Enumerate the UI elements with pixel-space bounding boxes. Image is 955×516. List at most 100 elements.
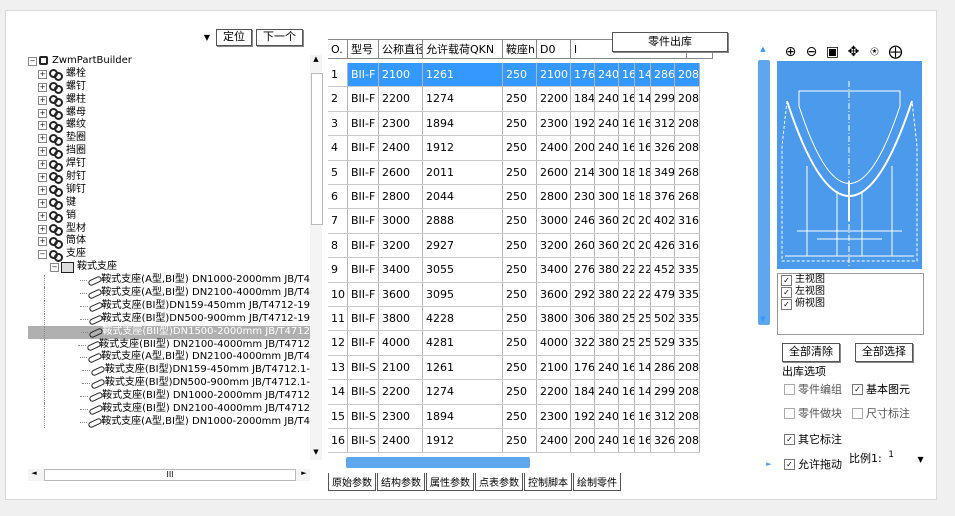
tree-category[interactable]: + 螺母: [28, 107, 310, 120]
expand-icon[interactable]: +: [38, 95, 47, 105]
table-cell[interactable]: 250: [503, 63, 537, 87]
tree-category[interactable]: + 螺栓: [28, 68, 310, 82]
table-cell[interactable]: BII-S: [348, 404, 379, 428]
table-cell[interactable]: 14: [328, 380, 348, 404]
tree-category[interactable]: + 筒体: [28, 235, 310, 249]
table-cell[interactable]: 16: [619, 111, 635, 136]
table-cell[interactable]: 208: [675, 380, 700, 404]
table-cell[interactable]: 16: [328, 429, 348, 453]
table-cell[interactable]: BII-F: [348, 185, 379, 209]
table-cell[interactable]: BII-F: [348, 111, 379, 136]
expand-icon[interactable]: +: [38, 82, 47, 92]
table-cell[interactable]: 268: [675, 160, 700, 184]
tree-leaf[interactable]: 鞍式支座(BI型) DN2100-4000mm JB/T4712: [28, 403, 310, 416]
table-cell[interactable]: 1894: [423, 404, 503, 428]
table-cell[interactable]: 335: [675, 307, 700, 331]
table-cell[interactable]: 2888: [423, 209, 503, 233]
basic-element-option[interactable]: ✓ 基本图元: [852, 381, 910, 397]
table-cell[interactable]: 250: [503, 209, 537, 233]
expand-icon[interactable]: +: [38, 69, 47, 79]
table-cell[interactable]: 286: [651, 355, 675, 380]
table-cell[interactable]: 14: [635, 63, 651, 87]
table-cell[interactable]: 3400: [537, 258, 571, 282]
collapse-icon[interactable]: −: [28, 56, 37, 66]
other-label-option[interactable]: ✓ 其它标注: [784, 431, 842, 447]
table-row[interactable]: 13BII-S21001261250210017602401614286208: [328, 355, 700, 381]
table-cell[interactable]: 376: [651, 185, 675, 209]
table-cell[interactable]: 2400: [537, 136, 571, 160]
table-cell[interactable]: 208: [675, 111, 700, 136]
tree-category[interactable]: + 挡圈: [28, 145, 310, 159]
table-cell[interactable]: 286: [651, 63, 675, 87]
table-row[interactable]: 2BII-F22001274250220018402401614299208: [328, 87, 700, 112]
table-row[interactable]: 16BII-S24001912250240020002401616326208: [328, 429, 700, 454]
table-cell[interactable]: BII-F: [348, 258, 379, 282]
table-cell[interactable]: 1760: [571, 355, 595, 380]
table-cell[interactable]: 2600: [379, 160, 423, 184]
table-cell[interactable]: 250: [503, 307, 537, 331]
table-cell[interactable]: 426: [651, 233, 675, 258]
tree-category[interactable]: − 支座: [28, 248, 310, 262]
table-cell[interactable]: 240: [595, 429, 619, 453]
tree-hscroll-thumb[interactable]: III: [44, 469, 296, 481]
collapse-icon[interactable]: −: [38, 250, 47, 260]
table-cell[interactable]: 3000: [379, 209, 423, 233]
tree-leaf[interactable]: 鞍式支座(A型,BI型) DN2100-4000mm JB/T4: [28, 351, 310, 365]
table-row[interactable]: 9BII-F34003055250340027603802222452335: [328, 258, 700, 283]
table-cell[interactable]: 22: [635, 282, 651, 306]
table-cell[interactable]: 529: [651, 331, 675, 355]
scroll-left-arrow-icon[interactable]: ◄: [28, 469, 40, 477]
table-cell[interactable]: 16: [635, 136, 651, 160]
table-cell[interactable]: 502: [651, 307, 675, 331]
expand-icon[interactable]: +: [38, 224, 47, 234]
table-cell[interactable]: 240: [595, 63, 619, 87]
table-cell[interactable]: 380: [595, 258, 619, 282]
column-header[interactable]: D0: [537, 39, 571, 59]
table-cell[interactable]: 22: [635, 258, 651, 282]
table-cell[interactable]: 3400: [379, 258, 423, 282]
tab-item[interactable]: 原始参数: [328, 473, 376, 491]
view-item[interactable]: ✓ 俯视图: [778, 298, 923, 310]
tab-item[interactable]: 点表参数: [475, 473, 523, 491]
select-all-button[interactable]: 全部选择: [855, 343, 913, 362]
table-cell[interactable]: 1840: [571, 87, 595, 111]
view-item[interactable]: ✓ 左视图: [778, 286, 923, 298]
view-item[interactable]: ✓ 主视图: [778, 274, 923, 286]
dimension-checkbox[interactable]: [852, 407, 863, 419]
column-header[interactable]: 鞍座h: [503, 39, 537, 59]
expand-icon[interactable]: +: [38, 134, 47, 144]
table-row[interactable]: 1BII-F21001261250210017602401614286208: [328, 63, 700, 88]
tree-leaf[interactable]: 鞍式支座(BI型)DN159-450mm JB/T4712-19: [28, 300, 310, 313]
zoom-realtime-icon[interactable]: ⍟: [866, 44, 883, 60]
table-cell[interactable]: 3000: [537, 209, 571, 233]
zoom-in-icon[interactable]: ⊕: [782, 44, 799, 60]
table-cell[interactable]: 3200: [537, 233, 571, 258]
table-cell[interactable]: 240: [595, 380, 619, 404]
table-cell[interactable]: 25: [619, 331, 635, 355]
locate-button[interactable]: 定位: [216, 29, 252, 46]
table-cell[interactable]: 250: [503, 87, 537, 111]
table-cell[interactable]: 2300: [379, 404, 423, 428]
tree-vertical-scrollbar[interactable]: ▲ ▼: [310, 55, 323, 460]
table-cell[interactable]: 240: [595, 111, 619, 136]
table-cell[interactable]: 3055: [423, 258, 503, 282]
tab-item[interactable]: 控制脚本: [524, 473, 572, 491]
table-cell[interactable]: 452: [651, 258, 675, 282]
table-cell[interactable]: 360: [595, 233, 619, 258]
table-row[interactable]: 12BII-F40004281250400032203802525529335: [328, 331, 700, 356]
table-cell[interactable]: 1261: [423, 355, 503, 380]
scroll-up-arrow-icon[interactable]: ▲: [757, 45, 769, 53]
table-cell[interactable]: 22: [619, 258, 635, 282]
table-cell[interactable]: 250: [503, 233, 537, 258]
allow-drag-option[interactable]: ✓ 允许拖动: [784, 456, 842, 472]
table-cell[interactable]: 2600: [537, 160, 571, 184]
scroll-up-arrow-icon[interactable]: ▲: [310, 55, 322, 63]
table-cell[interactable]: 240: [595, 87, 619, 111]
pan-icon[interactable]: ✥: [845, 44, 862, 60]
table-cell[interactable]: BII-F: [348, 307, 379, 331]
table-cell[interactable]: 22: [619, 282, 635, 306]
tree-category[interactable]: + 射钉: [28, 171, 310, 185]
table-cell[interactable]: 3220: [571, 331, 595, 355]
table-cell[interactable]: 3800: [379, 307, 423, 331]
table-cell[interactable]: 16: [635, 111, 651, 136]
